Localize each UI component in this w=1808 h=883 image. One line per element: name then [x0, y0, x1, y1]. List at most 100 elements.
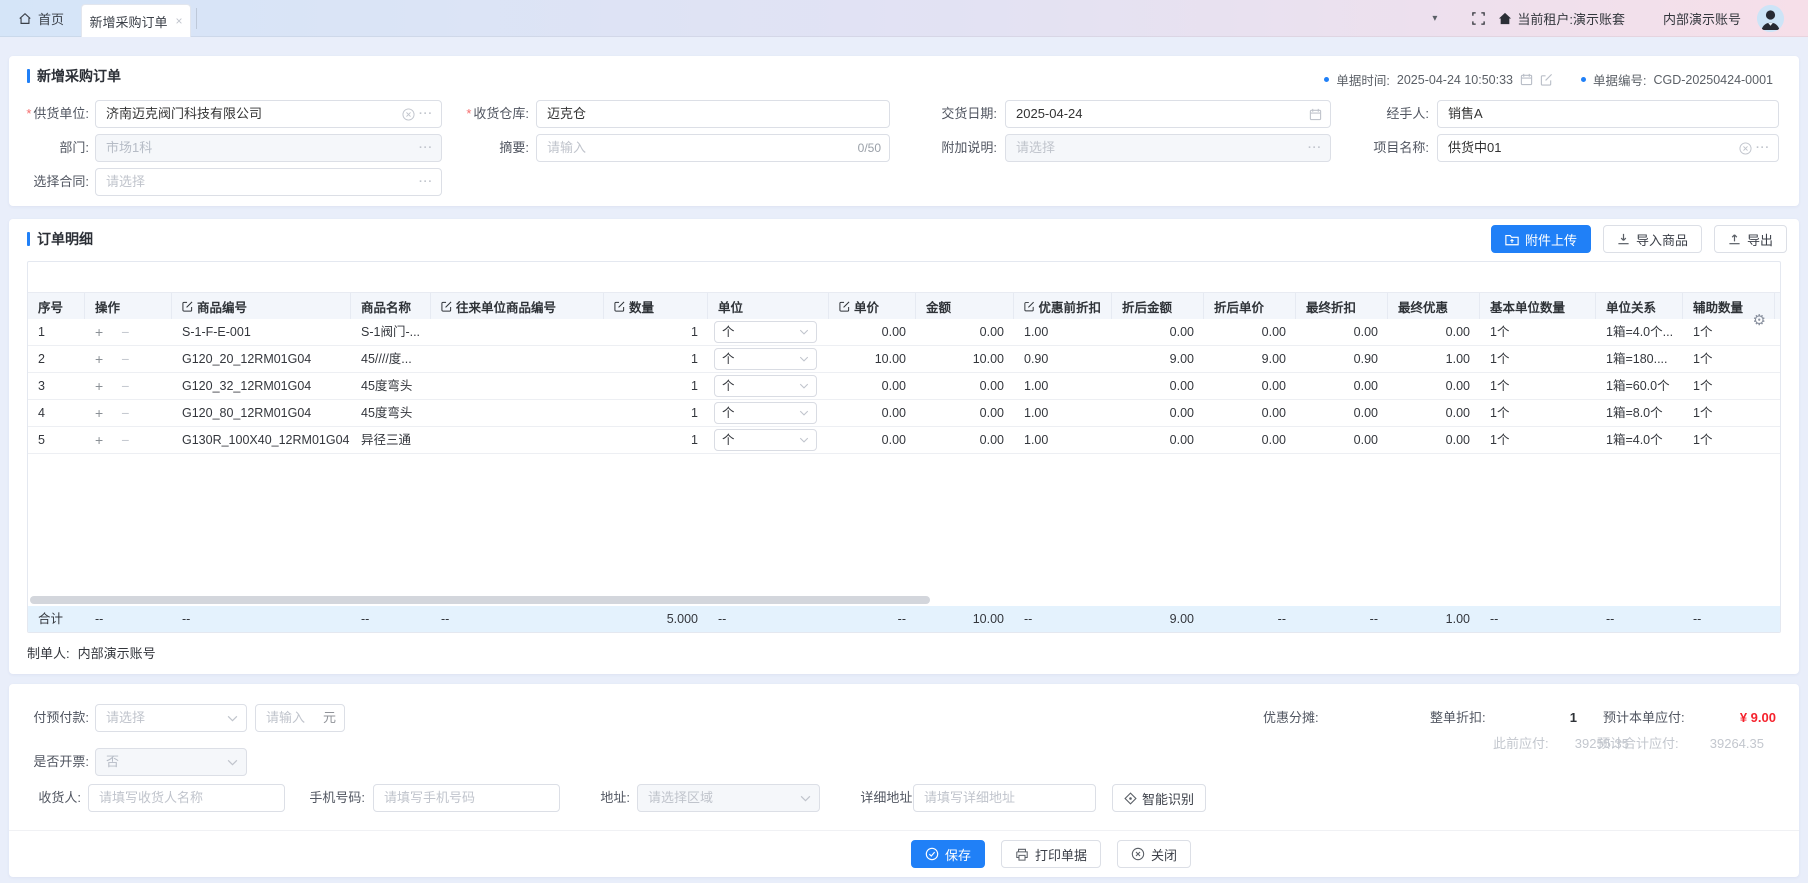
unit-select[interactable]: 个	[714, 402, 817, 424]
table-header-row: 序号操作商品编号商品名称往来单位商品编号数量单位单价金额优惠前折扣折后金额折后单…	[28, 292, 1780, 319]
header-filler	[1775, 293, 1780, 319]
more-icon[interactable]: ···	[419, 169, 433, 195]
cell-unit_relation: 1箱=180....	[1596, 346, 1683, 372]
cell-no: 合计	[28, 606, 85, 632]
unit-select[interactable]: 个	[714, 375, 817, 397]
cell-partner_code	[431, 427, 604, 453]
unit-select[interactable]: 个	[714, 429, 817, 451]
contract-input[interactable]: 请选择 ···	[95, 168, 442, 196]
add-row-button[interactable]: +	[95, 378, 103, 394]
current-tenant[interactable]: 当前租户:演示账套	[1498, 9, 1625, 28]
cell-amount: 10.00	[916, 346, 1014, 372]
cell-unit: 个	[708, 319, 829, 345]
tab-new-purchase-order[interactable]: 新增采购订单 ×	[81, 4, 191, 37]
unit-select[interactable]: 个	[714, 321, 817, 343]
remove-row-button[interactable]: −	[121, 324, 129, 340]
print-button[interactable]: 打印单据	[1001, 840, 1101, 868]
home-label: 首页	[38, 9, 64, 28]
address-detail-input[interactable]: 请填写详细地址	[913, 784, 1096, 812]
add-row-button[interactable]: +	[95, 351, 103, 367]
export-button[interactable]: 导出	[1714, 225, 1787, 253]
column-header-name: 商品名称	[351, 293, 431, 319]
cell-final_offer: 1.00	[1388, 606, 1480, 632]
delivery-date-input[interactable]: 2025-04-24	[1005, 100, 1331, 128]
more-icon[interactable]: ···	[1756, 135, 1770, 161]
import-products-button[interactable]: 导入商品	[1603, 225, 1702, 253]
cell-unit_relation: 1箱=60.0个	[1596, 373, 1683, 399]
more-icon[interactable]: ···	[419, 101, 433, 127]
detail-title: 订单明细	[27, 229, 93, 249]
add-row-button[interactable]: +	[95, 324, 103, 340]
cell-amount: 0.00	[916, 427, 1014, 453]
cell-final_discount: --	[1296, 606, 1388, 632]
cell-ops: +−	[85, 427, 172, 453]
cell-aux_qty: 1个	[1683, 373, 1775, 399]
cell-final_offer: 0.00	[1388, 319, 1480, 345]
receiver-input[interactable]: 请填写收货人名称	[88, 784, 285, 812]
cell-no: 5	[28, 427, 85, 453]
address-detail-label: 详细地址:	[829, 784, 916, 812]
summary-input[interactable]: 请输入 0/50	[536, 134, 890, 162]
row-filler	[1775, 427, 1780, 453]
clear-icon[interactable]	[402, 108, 415, 121]
home-nav[interactable]: 首页	[18, 0, 64, 37]
column-header-pre_discount: 优惠前折扣	[1014, 293, 1112, 319]
unit-select[interactable]: 个	[714, 348, 817, 370]
column-header-ops: 操作	[85, 293, 172, 319]
cell-unit: 个	[708, 346, 829, 372]
remove-row-button[interactable]: −	[121, 378, 129, 394]
cell-aux_qty: --	[1683, 606, 1775, 632]
warehouse-input[interactable]: 迈克仓	[536, 100, 890, 128]
column-header-qty: 数量	[604, 293, 708, 319]
save-button[interactable]: 保存	[911, 840, 985, 868]
calendar-icon[interactable]	[1520, 73, 1533, 86]
prepay-select[interactable]: 请选择	[95, 704, 247, 732]
cell-price: 0.00	[829, 427, 916, 453]
cell-discounted_amount: 0.00	[1112, 400, 1204, 426]
creator-label: 制单人:	[27, 646, 70, 661]
phone-input[interactable]: 请填写手机号码	[373, 784, 560, 812]
address-select[interactable]: 请选择区域	[637, 784, 820, 812]
cell-discounted_price: 0.00	[1204, 319, 1296, 345]
cell-code: G130R_100X40_12RM01G04	[172, 427, 351, 453]
cell-base_qty: 1个	[1480, 346, 1596, 372]
cell-no: 4	[28, 400, 85, 426]
cell-pre_discount: 1.00	[1014, 400, 1112, 426]
smart-recognize-button[interactable]: 智能识别	[1112, 784, 1206, 812]
cell-no: 1	[28, 319, 85, 345]
cell-pre_discount: 1.00	[1014, 319, 1112, 345]
project-input[interactable]: 供货中01 ···	[1437, 134, 1779, 162]
remove-row-button[interactable]: −	[121, 405, 129, 421]
remove-row-button[interactable]: −	[121, 432, 129, 448]
cell-code: G120_80_12RM01G04	[172, 400, 351, 426]
close-button[interactable]: 关闭	[1117, 840, 1191, 868]
column-header-no: 序号	[28, 293, 85, 319]
edit-time-icon[interactable]	[1540, 73, 1553, 86]
fullscreen-icon[interactable]	[1471, 11, 1486, 26]
remove-row-button[interactable]: −	[121, 351, 129, 367]
tab-close-icon[interactable]: ×	[176, 14, 183, 28]
gear-icon[interactable]: ⚙	[1753, 311, 1766, 329]
add-row-button[interactable]: +	[95, 405, 103, 421]
department-label: 部门:	[9, 134, 89, 162]
table-empty-area	[28, 454, 1780, 594]
table-row: 5+−G130R_100X40_12RM01G04异径三通1个0.000.001…	[28, 427, 1780, 454]
cell-base_qty: 1个	[1480, 400, 1596, 426]
chevron-down-icon	[799, 437, 809, 443]
avatar[interactable]	[1757, 5, 1784, 32]
handler-label: 经手人:	[1294, 100, 1429, 128]
add-row-button[interactable]: +	[95, 432, 103, 448]
cell-discounted_amount: 0.00	[1112, 373, 1204, 399]
upload-attachment-button[interactable]: 附件上传	[1491, 225, 1591, 253]
scrollbar-thumb[interactable]	[30, 596, 930, 604]
clear-icon[interactable]	[1739, 142, 1752, 155]
cell-discounted_amount: 9.00	[1112, 606, 1204, 632]
account-name[interactable]: 内部演示账号	[1663, 9, 1741, 28]
caret-down-icon[interactable]: ▾	[1432, 13, 1437, 24]
prepay-amount-input[interactable]: 请输入 元	[255, 704, 345, 732]
horizontal-scrollbar[interactable]	[28, 594, 1780, 606]
column-header-final_discount: 最终折扣	[1296, 293, 1388, 319]
handler-input[interactable]: 销售A	[1437, 100, 1779, 128]
project-label: 项目名称:	[1294, 134, 1429, 162]
supplier-input[interactable]: 济南迈克阀门科技有限公司 ···	[95, 100, 442, 128]
